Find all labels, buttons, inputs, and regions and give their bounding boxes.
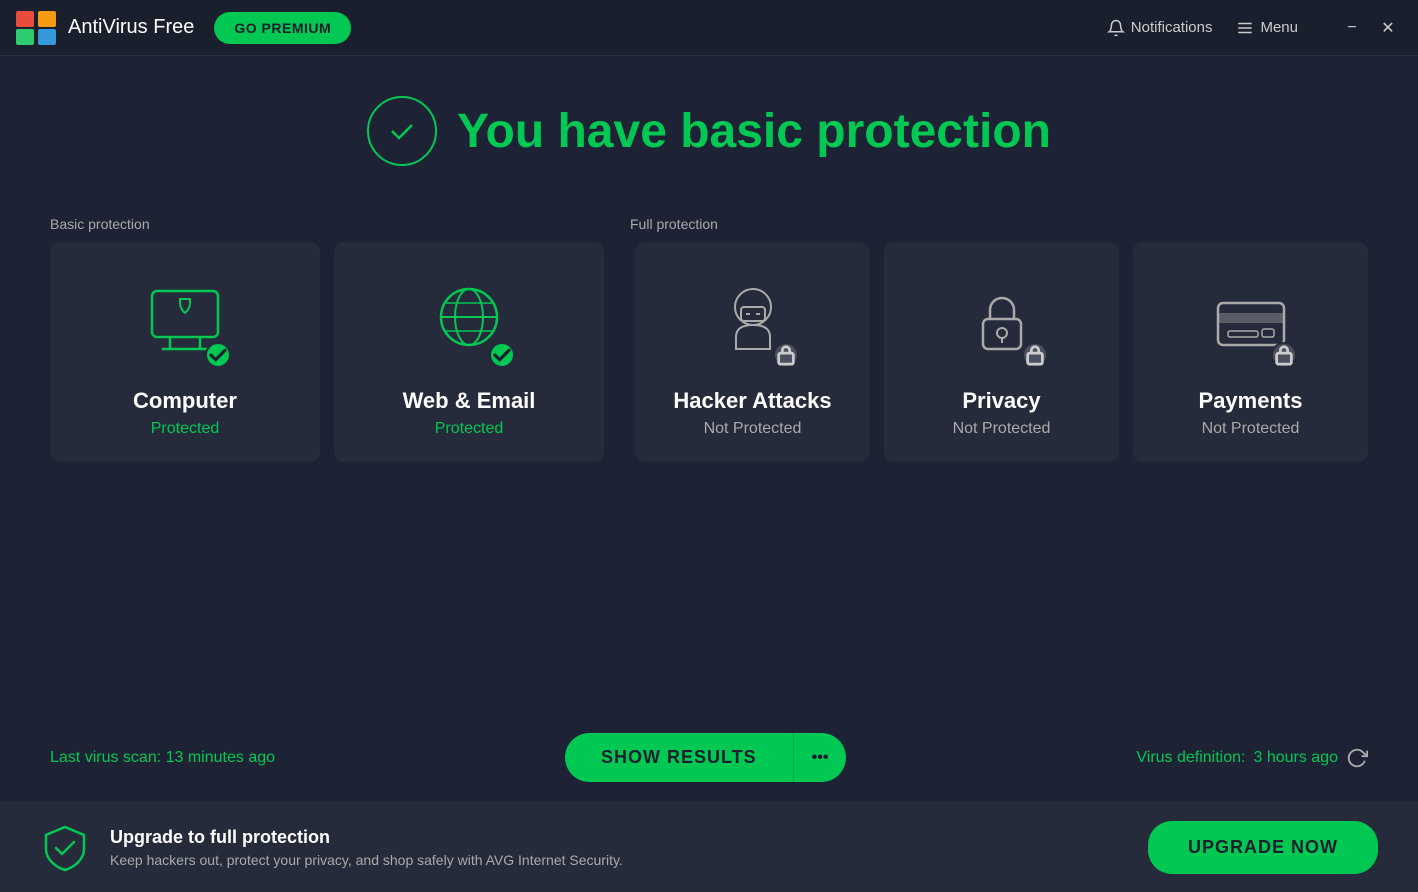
hero-section: You have basic protection <box>367 96 1051 166</box>
avg-logo-icon <box>16 11 56 45</box>
computer-check-badge <box>205 342 231 368</box>
go-premium-button[interactable]: GO PREMIUM <box>214 12 351 44</box>
cards-row: Computer Protected <box>50 242 1368 462</box>
titlebar-right: Notifications Menu − ✕ <box>1107 14 1402 42</box>
hero-title-highlight: basic protection <box>680 105 1051 158</box>
computer-card-status: Protected <box>151 420 219 438</box>
lock-icon <box>775 310 797 400</box>
checkmark-icon <box>384 113 420 149</box>
basic-protection-label: Basic protection <box>50 216 630 232</box>
cards-section: Basic protection Full protection <box>50 216 1368 462</box>
hacker-lock-badge <box>773 342 799 368</box>
lock-icon-3 <box>1273 310 1295 400</box>
app-logo: AntiVirus Free <box>16 11 194 45</box>
titlebar: AntiVirus Free GO PREMIUM Notifications … <box>0 0 1418 56</box>
hero-check-icon <box>367 96 437 166</box>
notifications-button[interactable]: Notifications <box>1107 19 1213 37</box>
payments-card-status: Not Protected <box>1202 420 1300 438</box>
refresh-icon[interactable] <box>1346 747 1368 769</box>
upgrade-footer: Upgrade to full protection Keep hackers … <box>0 802 1418 892</box>
app-name-label: AntiVirus Free <box>68 16 194 39</box>
virus-def-time: 3 hours ago <box>1253 749 1338 767</box>
cards-labels: Basic protection Full protection <box>50 216 1368 232</box>
bottom-bar: Last virus scan: 13 minutes ago SHOW RES… <box>0 713 1418 802</box>
virus-def-label: Virus definition: <box>1136 749 1245 767</box>
computer-icon-wrap <box>135 272 235 372</box>
upgrade-shield-icon <box>40 823 90 873</box>
web-email-icon-wrap <box>419 272 519 372</box>
payments-card[interactable]: Payments Not Protected <box>1133 242 1368 462</box>
payments-icon-wrap <box>1201 272 1301 372</box>
upgrade-title: Upgrade to full protection <box>110 827 623 848</box>
close-button[interactable]: ✕ <box>1374 14 1402 42</box>
web-email-check-badge <box>489 342 515 368</box>
scan-actions: SHOW RESULTS ••• <box>565 733 846 782</box>
privacy-icon-wrap <box>952 272 1052 372</box>
hero-title: You have basic protection <box>457 104 1051 159</box>
check-icon-2 <box>491 310 513 400</box>
hamburger-icon <box>1236 19 1254 37</box>
virus-definition-info: Virus definition: 3 hours ago <box>1136 747 1368 769</box>
upgrade-now-button[interactable]: UPGRADE NOW <box>1148 821 1378 874</box>
privacy-card[interactable]: Privacy Not Protected <box>884 242 1119 462</box>
more-options-button[interactable]: ••• <box>793 733 847 782</box>
computer-card[interactable]: Computer Protected <box>50 242 320 462</box>
last-scan-time: 13 minutes ago <box>166 749 275 766</box>
web-email-card[interactable]: Web & Email Protected <box>334 242 604 462</box>
check-icon <box>207 310 229 400</box>
hacker-card-status: Not Protected <box>704 420 802 438</box>
notifications-label: Notifications <box>1131 19 1213 36</box>
last-scan-label: Last virus scan: <box>50 749 166 766</box>
last-scan-info: Last virus scan: 13 minutes ago <box>50 749 275 767</box>
upgrade-subtitle: Keep hackers out, protect your privacy, … <box>110 852 623 868</box>
web-email-card-title: Web & Email <box>403 388 536 414</box>
show-results-button[interactable]: SHOW RESULTS <box>565 733 793 782</box>
upgrade-text: Upgrade to full protection Keep hackers … <box>110 827 623 868</box>
main-content: You have basic protection Basic protecti… <box>0 56 1418 713</box>
cards-divider <box>618 242 621 462</box>
privacy-card-status: Not Protected <box>953 420 1051 438</box>
hero-title-prefix: You have <box>457 105 680 158</box>
lock-icon-2 <box>1024 310 1046 400</box>
menu-button[interactable]: Menu <box>1236 19 1298 37</box>
window-controls: − ✕ <box>1338 14 1402 42</box>
bell-icon <box>1107 19 1125 37</box>
hacker-card-title: Hacker Attacks <box>673 388 831 414</box>
privacy-lock-badge <box>1022 342 1048 368</box>
payments-lock-badge <box>1271 342 1297 368</box>
menu-label: Menu <box>1260 19 1298 36</box>
hacker-icon-wrap <box>703 272 803 372</box>
full-protection-label: Full protection <box>630 216 1368 232</box>
minimize-button[interactable]: − <box>1338 14 1366 42</box>
hacker-card[interactable]: Hacker Attacks Not Protected <box>635 242 870 462</box>
web-email-card-status: Protected <box>435 420 503 438</box>
